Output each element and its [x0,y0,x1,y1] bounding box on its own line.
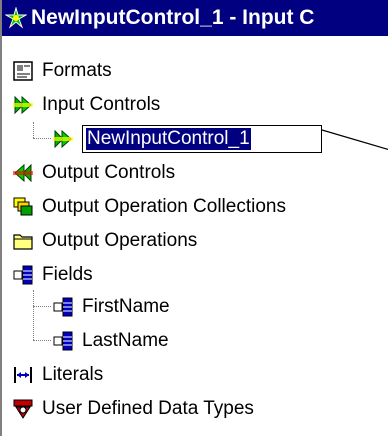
app-window: NewInputControl_1 - Input C Formats Inpu… [0,0,388,436]
tree-item-label: Fields [42,264,93,285]
tree-item-label: Output Controls [42,162,176,183]
window-title: NewInputControl_1 - Input C [31,6,315,29]
input-control-icon [53,129,73,149]
output-controls-icon [13,163,33,183]
app-icon [5,7,27,29]
tree-item-label: Output Operation Collections [42,196,286,217]
tree-item-label: FirstName [82,296,170,317]
udt-icon [13,399,33,419]
collections-icon [13,197,33,216]
rename-input-text: NewInputControl_1 [86,128,251,150]
fields-icon [13,265,33,285]
tree-item-newinputcontrol[interactable]: NewInputControl_1 [2,122,332,156]
input-controls-icon [13,95,33,115]
tree-connector [33,290,34,340]
folder-icon [13,234,33,250]
tree-connector [33,340,51,341]
tree-view[interactable]: Formats Input Controls NewInputControl_1 [2,36,388,436]
tree-connector [33,306,51,307]
field-icon [53,331,73,351]
tree-item-label: Literals [42,364,104,385]
formats-icon [13,61,33,81]
tree-item-label: User Defined Data Types [42,398,254,419]
field-icon [53,297,73,317]
tree-item-label: Input Controls [42,94,161,115]
literals-icon [14,367,32,383]
title-bar[interactable]: NewInputControl_1 - Input C [2,0,388,36]
tree-item-label: LastName [82,330,169,351]
tree-item-label: Formats [42,60,112,81]
tree-item-label: Output Operations [42,230,198,251]
rename-input[interactable]: NewInputControl_1 [82,125,322,153]
